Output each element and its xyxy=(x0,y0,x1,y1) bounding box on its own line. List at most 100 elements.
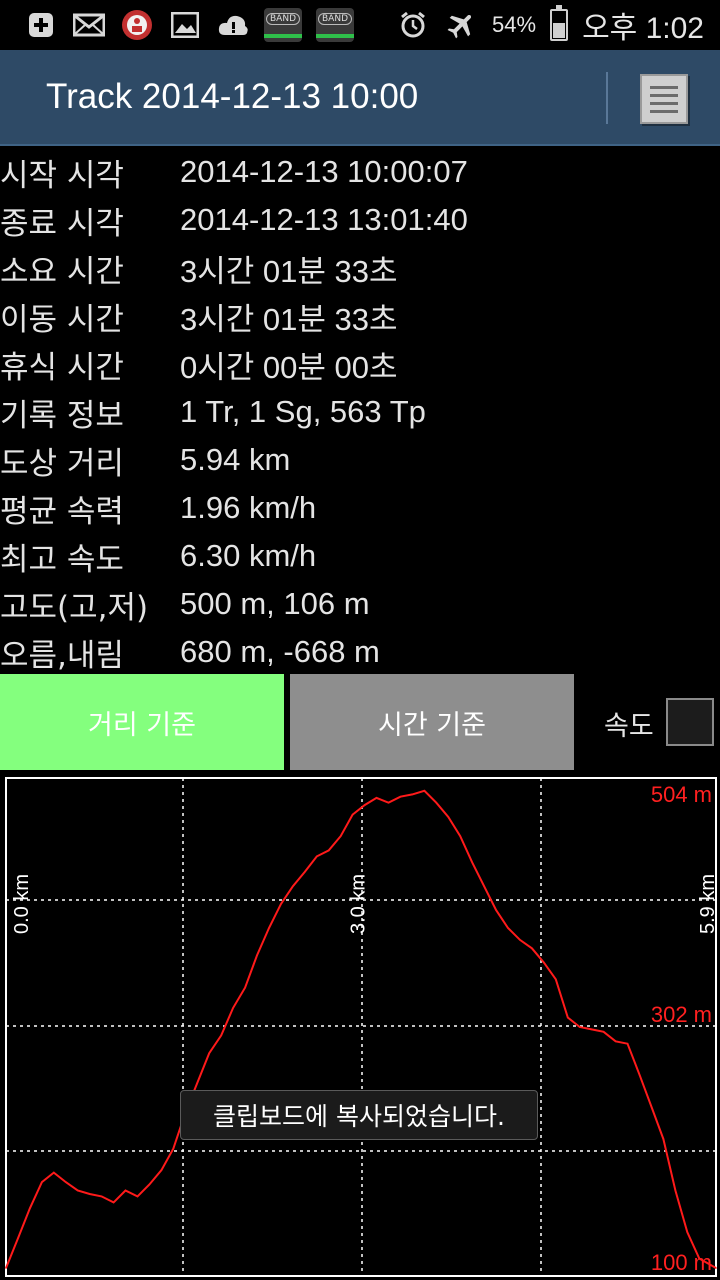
y-tick-label: 100 m xyxy=(651,1250,712,1275)
tab-time[interactable]: 시간 기준 xyxy=(290,674,574,770)
elevation-point xyxy=(244,986,246,989)
info-label: 이동 시간 xyxy=(0,301,124,338)
elevation-chart-svg: 0.0 km 3.0 km 5.9 km 504 m 302 m 100 m xyxy=(5,777,719,1277)
info-value: 680 m, -668 m xyxy=(180,634,380,669)
elevation-point xyxy=(483,885,485,887)
toast-message: 클립보드에 복사되었습니다. xyxy=(180,1090,538,1140)
mail-icon xyxy=(72,10,106,40)
info-label: 시작 시각 xyxy=(0,157,124,194)
elevation-point xyxy=(399,795,402,798)
elevation-point xyxy=(662,1138,665,1140)
elevation-point xyxy=(160,1169,163,1171)
list-menu-icon[interactable] xyxy=(640,74,688,124)
info-value: 3시간 01분 33초 xyxy=(180,301,398,337)
info-label: 기록 정보 xyxy=(0,397,124,434)
elevation-point xyxy=(674,1189,677,1192)
elevation-chart[interactable]: 0.0 km 3.0 km 5.9 km 504 m 302 m 100 m xyxy=(0,774,720,1280)
elevation-point xyxy=(602,1031,605,1033)
info-value: 2014-12-13 13:01:40 xyxy=(180,202,468,237)
elevation-point xyxy=(387,801,390,804)
elevation-point xyxy=(519,939,521,941)
elevation-point xyxy=(363,804,366,806)
elevation-point xyxy=(715,1267,717,1269)
app-badge-icon xyxy=(120,10,154,40)
info-row: 고도(고,저) 500 m, 106 m xyxy=(0,580,720,628)
elevation-point xyxy=(316,855,318,858)
info-label: 고도(고,저) xyxy=(0,589,149,626)
speed-checkbox[interactable] xyxy=(666,698,714,746)
elevation-point xyxy=(304,871,306,873)
info-row: 휴식 시간 0시간 00분 00초 xyxy=(0,340,720,388)
elevation-point xyxy=(447,816,450,818)
y-tick-label: 302 m xyxy=(651,1002,712,1027)
elevation-point xyxy=(327,849,330,852)
battery-icon xyxy=(550,5,569,41)
tab-distance[interactable]: 거리 기준 xyxy=(0,674,284,770)
info-value: 2014-12-13 10:00:07 xyxy=(180,154,468,189)
info-value: 5.94 km xyxy=(180,442,291,477)
elevation-point xyxy=(411,793,414,796)
elevation-point xyxy=(65,1181,67,1183)
elevation-point xyxy=(614,1040,617,1043)
info-row: 이동 시간 3시간 01분 33초 xyxy=(0,292,720,340)
app-bar: Track 2014-12-13 10:00 xyxy=(0,50,720,146)
info-value: 1.96 km/h xyxy=(180,490,317,525)
info-row: 시작 시각 2014-12-13 10:00:07 xyxy=(0,148,720,196)
airplane-mode-icon xyxy=(444,10,478,40)
status-right: 54% 오후 1:02 xyxy=(396,3,720,47)
cloud-warning-icon xyxy=(216,10,250,40)
info-value: 1 Tr, 1 Sg, 563 Tp xyxy=(180,394,426,429)
info-row: 소요 시간 3시간 01분 33초 xyxy=(0,244,720,292)
elevation-point xyxy=(88,1193,91,1195)
divider xyxy=(606,72,608,124)
elevation-point xyxy=(17,1237,19,1239)
band-icon: BAND xyxy=(264,8,302,42)
band-label: BAND xyxy=(318,13,352,25)
elevation-point xyxy=(650,1106,653,1108)
info-label: 도상 거리 xyxy=(0,445,124,482)
elevation-point xyxy=(567,1016,569,1019)
info-label: 오름,내림 xyxy=(0,637,124,674)
elevation-point xyxy=(471,861,474,864)
plus-icon xyxy=(24,10,58,40)
elevation-point xyxy=(53,1171,55,1174)
elevation-point xyxy=(256,954,258,957)
elevation-series-line xyxy=(5,789,717,1269)
elevation-point xyxy=(590,1028,593,1031)
x-tick-label: 0.0 km xyxy=(11,874,33,934)
x-tick-label: 3.0 km xyxy=(348,874,370,934)
alarm-icon xyxy=(396,10,430,40)
band-icon: BAND xyxy=(316,8,354,42)
elevation-point xyxy=(495,909,497,911)
elevation-point xyxy=(41,1181,43,1183)
elevation-point xyxy=(686,1231,689,1233)
speed-label: 속도 xyxy=(604,711,654,742)
elevation-point xyxy=(459,835,462,837)
elevation-point xyxy=(5,1267,7,1269)
elevation-point xyxy=(507,927,509,929)
elevation-point xyxy=(220,1034,222,1037)
info-row: 최고 속도 6.30 km/h xyxy=(0,532,720,580)
info-row: 오름,내림 680 m, -668 m xyxy=(0,628,720,676)
elevation-point xyxy=(29,1207,31,1210)
info-label: 소요 시간 xyxy=(0,253,124,290)
y-tick-label: 504 m xyxy=(651,782,712,807)
elevation-point xyxy=(578,1026,581,1028)
elevation-point xyxy=(136,1195,139,1198)
elevation-point xyxy=(423,790,426,792)
status-bar: BAND BAND 54% 오후 1:02 xyxy=(0,0,720,50)
info-row: 종료 시각 2014-12-13 13:01:40 xyxy=(0,196,720,244)
info-label: 최고 속도 xyxy=(0,541,124,578)
elevation-point xyxy=(100,1195,103,1198)
info-label: 휴식 시간 xyxy=(0,349,124,386)
elevation-point xyxy=(76,1189,79,1192)
track-info-list: 시작 시각 2014-12-13 10:00:07 종료 시각 2014-12-13 … xyxy=(0,148,720,676)
elevation-point xyxy=(626,1042,629,1045)
elevation-point xyxy=(698,1257,701,1260)
clock: 오후 1:02 xyxy=(582,12,704,45)
info-value: 0시간 00분 00초 xyxy=(180,349,398,385)
info-row: 평균 속력 1.96 km/h xyxy=(0,484,720,532)
elevation-point xyxy=(339,835,342,837)
chart-mode-tabs: 거리 기준 시간 기준 속도 xyxy=(0,674,720,770)
elevation-point xyxy=(112,1201,115,1204)
